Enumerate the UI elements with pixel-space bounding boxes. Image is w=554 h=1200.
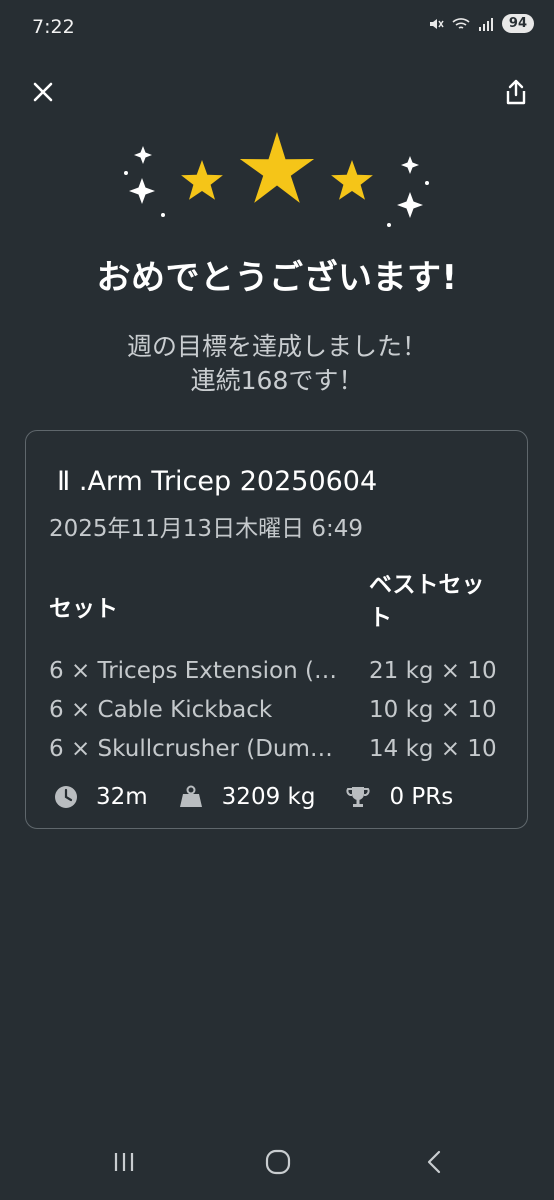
status-bar: 7:22 94 <box>0 0 554 56</box>
exercise-row: 6 × Skullcrusher (Dumbbell) 14 kg × 10 <box>49 729 509 768</box>
star-icon <box>331 160 373 200</box>
recent-apps-button[interactable] <box>104 1146 144 1178</box>
status-icons: 94 <box>428 14 534 33</box>
signal-icon <box>478 17 493 31</box>
sparkle-dot <box>425 181 429 185</box>
sparkle-dot <box>124 171 128 175</box>
recent-apps-icon <box>114 1153 134 1171</box>
exercise-row: 6 × Triceps Extension (Cable) 21 kg × 10 <box>49 651 509 690</box>
close-button[interactable] <box>25 74 61 110</box>
clock-icon <box>55 786 77 808</box>
workout-title: Ⅱ .Arm Tricep 20250604 <box>57 466 378 497</box>
sets-header: セット <box>49 596 118 622</box>
workout-date: 2025年11月13日木曜日 6:49 <box>49 516 364 542</box>
sparkle-icon <box>129 178 155 204</box>
workout-summary-card: Ⅱ .Arm Tricep 20250604 2025年11月13日木曜日 6:… <box>25 430 528 829</box>
sparkle-icon <box>397 192 423 218</box>
star-icon <box>239 132 315 203</box>
exercise-name: 6 × Skullcrusher (Dumbbell) <box>49 735 345 762</box>
sparkle-dot <box>387 223 391 227</box>
exercise-name: 6 × Cable Kickback <box>49 696 273 723</box>
exercise-list: 6 × Triceps Extension (Cable) 21 kg × 10… <box>49 651 509 768</box>
exercise-best-set: 10 kg × 10 <box>369 696 497 723</box>
trophy-icon <box>346 787 370 807</box>
back-icon <box>427 1150 441 1174</box>
prs-value: 0 PRs <box>389 784 454 810</box>
goal-achieved-text: 週の目標を達成しました！ <box>126 332 427 361</box>
sparkle-icon <box>401 156 419 174</box>
celebration-stars <box>124 132 429 227</box>
star-icon <box>181 160 223 200</box>
prs-stat: 0 PRs <box>345 784 453 810</box>
streak-text: 連続168です！ <box>190 366 364 395</box>
workout-stats: 32m 3209 kg 0 PRs <box>54 784 483 810</box>
congrats-title: おめでとうございます! <box>96 258 458 298</box>
congrats-subtitle: 週の目標を達成しました！ 連続168です！ <box>0 330 554 398</box>
share-icon <box>506 79 526 105</box>
share-button[interactable] <box>498 74 534 110</box>
mute-icon <box>429 18 444 29</box>
exercise-best-set: 14 kg × 10 <box>369 735 497 762</box>
volume-value: 3209 kg <box>221 784 316 810</box>
home-button[interactable] <box>258 1146 298 1178</box>
wifi-icon <box>452 17 470 29</box>
sparkle-icon <box>134 146 152 164</box>
volume-stat: 3209 kg <box>178 784 316 810</box>
home-icon <box>265 1149 291 1175</box>
close-icon <box>33 82 53 102</box>
weight-icon <box>179 785 202 807</box>
exercise-name: 6 × Triceps Extension (Cable) <box>49 657 345 684</box>
duration-stat: 32m <box>54 784 148 810</box>
exercise-best-set: 21 kg × 10 <box>369 657 497 684</box>
battery-indicator: 94 <box>501 14 534 33</box>
back-button[interactable] <box>414 1146 454 1178</box>
best-set-header: ベストセット <box>369 572 485 631</box>
duration-value: 32m <box>96 784 148 810</box>
exercise-row: 6 × Cable Kickback 10 kg × 10 <box>49 690 509 729</box>
sparkle-dot <box>161 213 165 217</box>
status-time: 7:22 <box>32 16 75 38</box>
navigation-bar <box>0 1132 554 1192</box>
